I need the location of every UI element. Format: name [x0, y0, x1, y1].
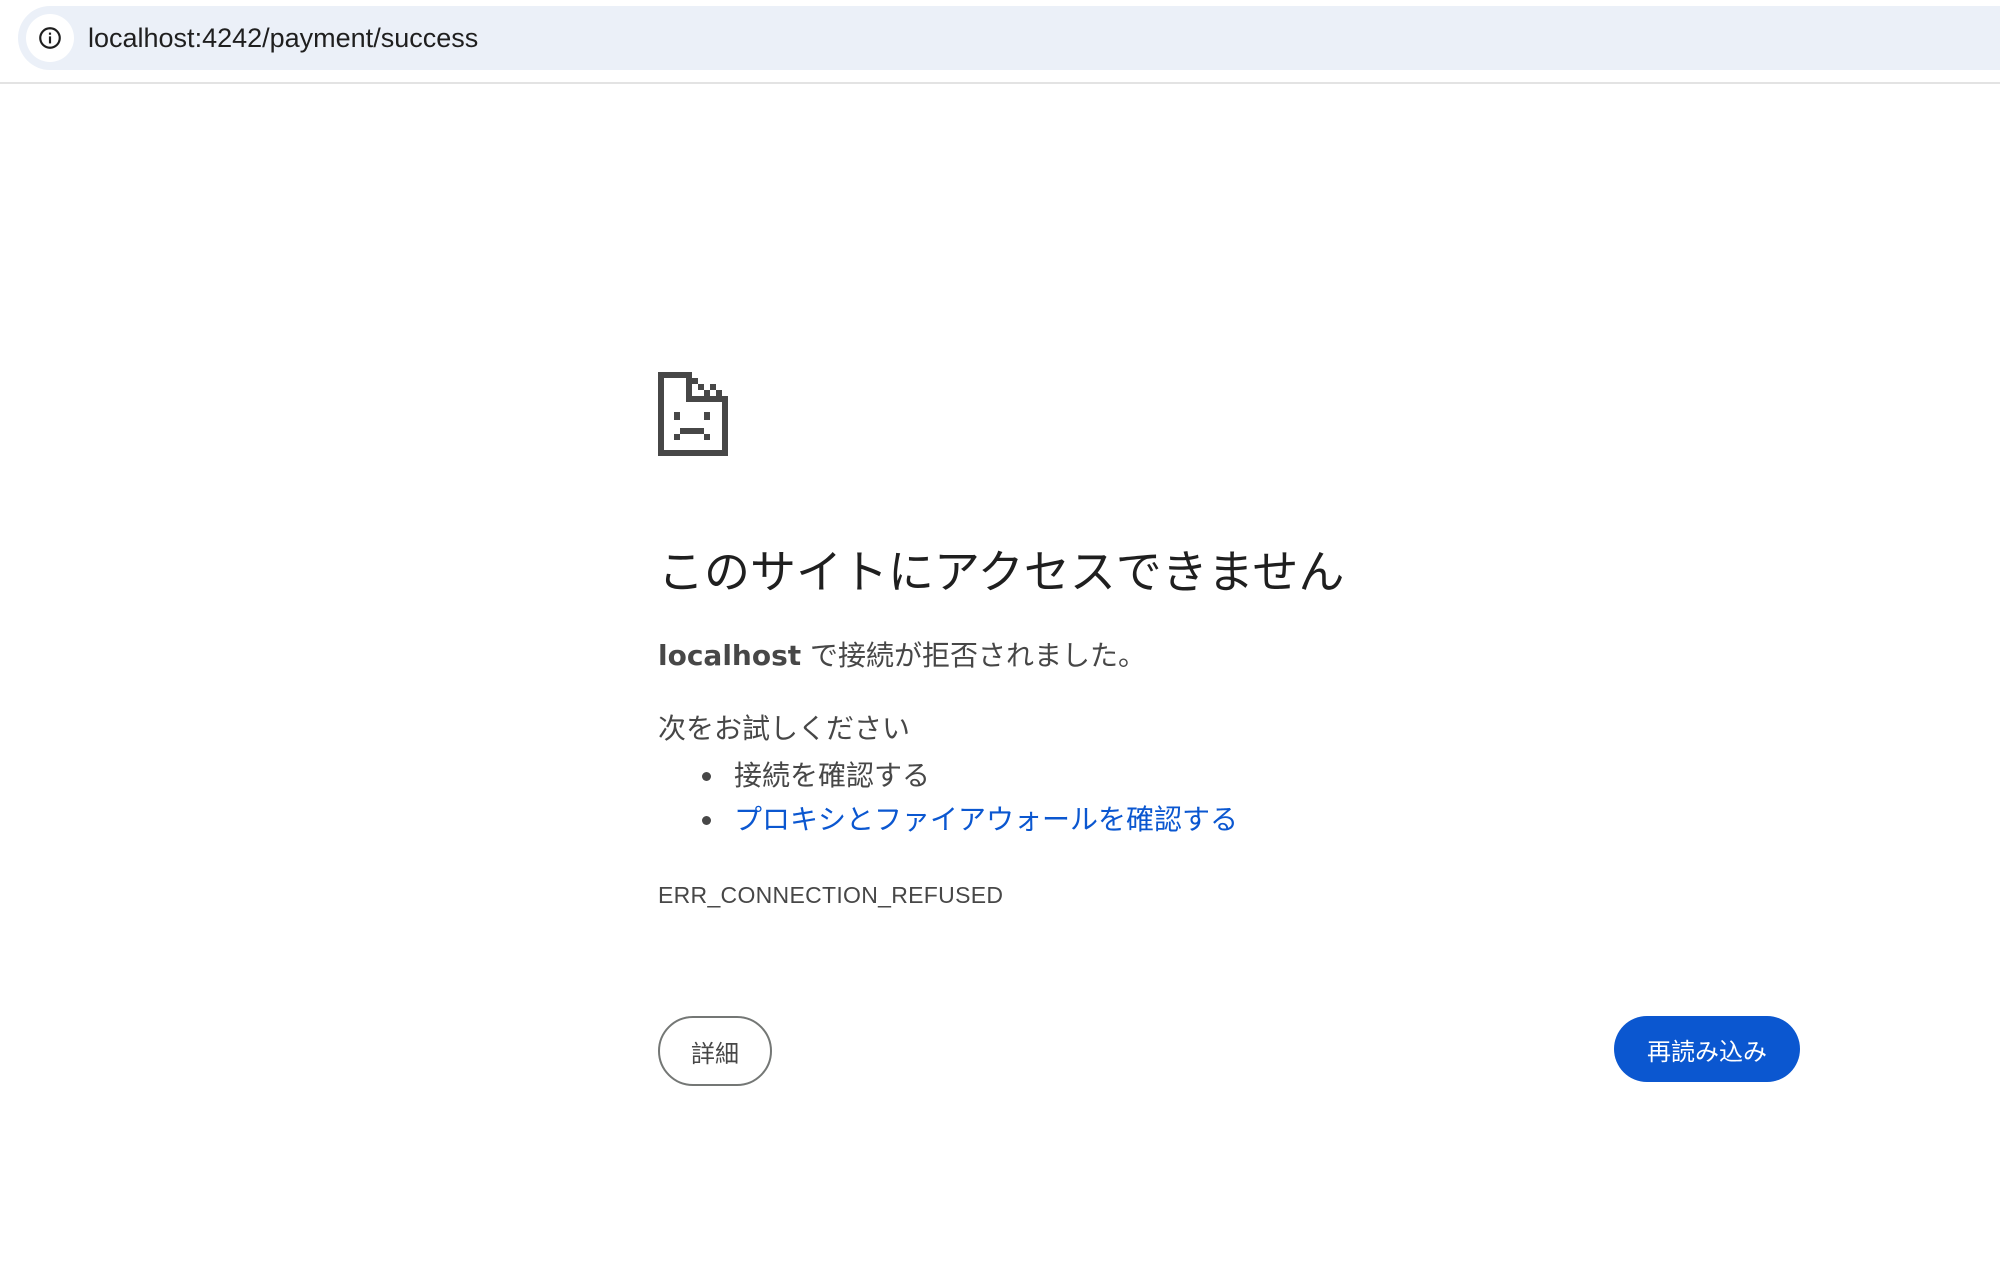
site-info-button[interactable] — [26, 14, 74, 62]
suggestion-label: 接続を確認する — [734, 759, 931, 792]
check-proxy-firewall-link[interactable]: プロキシとファイアウォールを確認する — [734, 803, 1238, 836]
error-description: localhost で接続が拒否されました。 — [658, 636, 1146, 676]
error-description-text: で接続が拒否されました。 — [801, 639, 1147, 672]
sad-page-icon — [658, 372, 728, 456]
suggestion-check-proxy-firewall: プロキシとファイアウォールを確認する — [701, 798, 1238, 842]
url-text[interactable]: localhost:4242/payment/success — [88, 6, 478, 70]
details-button[interactable]: 詳細 — [658, 1016, 772, 1086]
info-circle-icon — [39, 27, 61, 49]
suggestion-check-connection: 接続を確認する — [701, 754, 1238, 798]
suggestions-list: 接続を確認する プロキシとファイアウォールを確認する — [701, 754, 1238, 842]
error-host: localhost — [658, 639, 802, 672]
error-title: このサイトにアクセスできません — [658, 545, 1345, 599]
error-code: ERR_CONNECTION_REFUSED — [658, 882, 1004, 908]
suggestions-heading: 次をお試しください — [658, 712, 911, 745]
browser-toolbar: localhost:4242/payment/success — [0, 0, 2000, 84]
reload-button[interactable]: 再読み込み — [1614, 1016, 1800, 1082]
address-bar[interactable]: localhost:4242/payment/success — [18, 6, 2000, 70]
